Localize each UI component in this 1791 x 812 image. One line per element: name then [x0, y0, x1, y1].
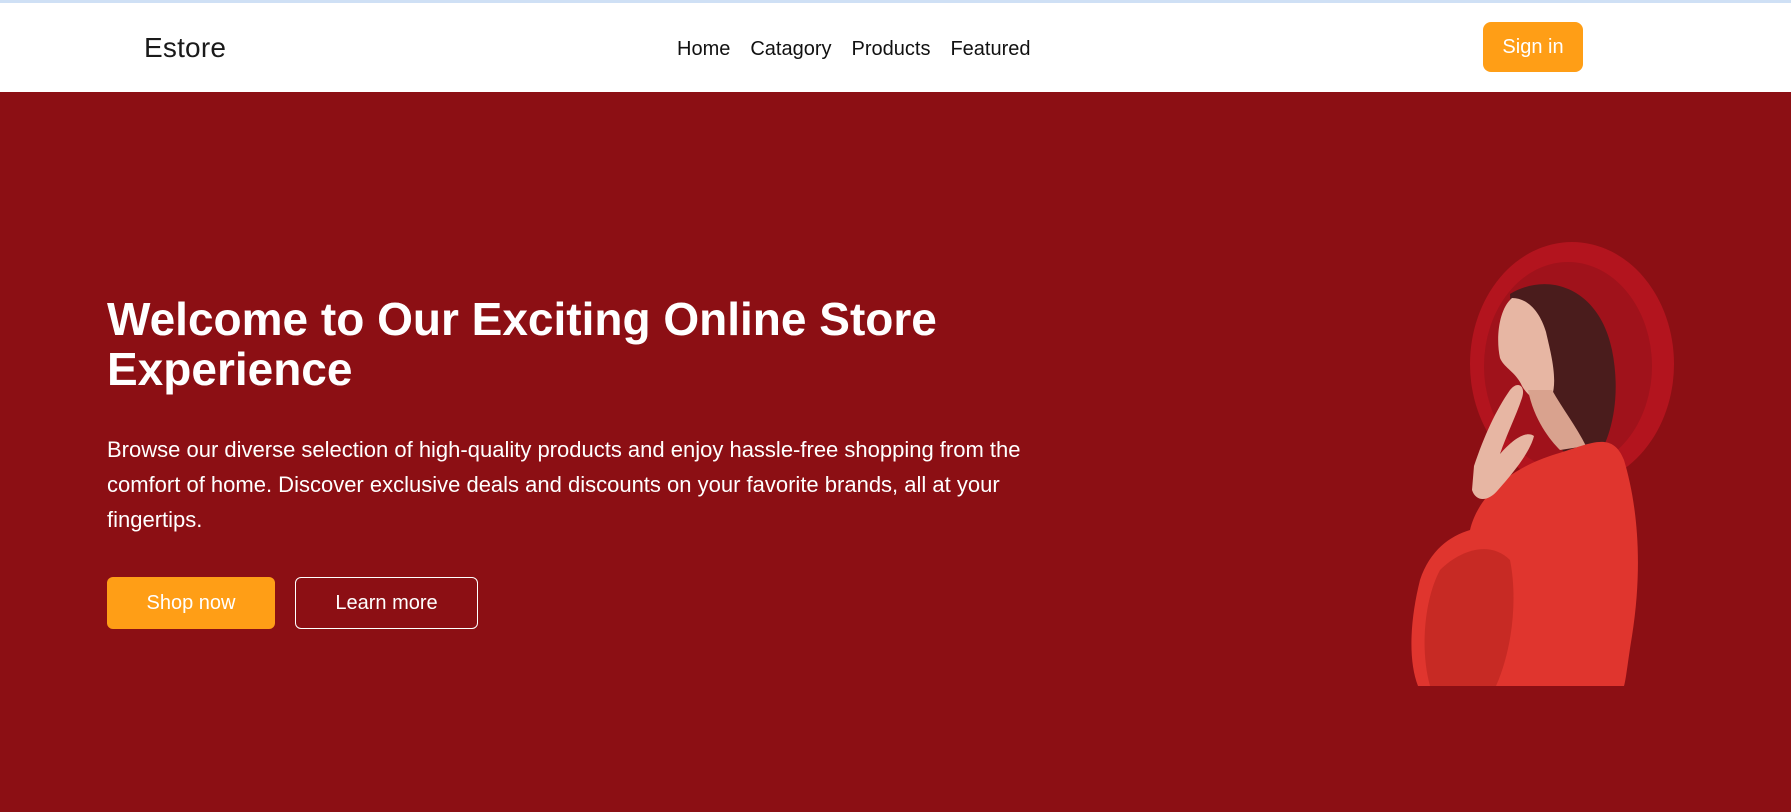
- nav-link-featured[interactable]: Featured: [950, 38, 1030, 61]
- hero-section: Welcome to Our Exciting Online Store Exp…: [0, 92, 1791, 812]
- nav-link-home[interactable]: Home: [677, 38, 730, 61]
- main-nav: Home Catagory Products Featured: [677, 38, 1031, 61]
- nav-link-products[interactable]: Products: [852, 38, 931, 61]
- shop-now-button[interactable]: Shop now: [107, 577, 275, 629]
- hero-title: Welcome to Our Exciting Online Store Exp…: [107, 293, 937, 395]
- sign-in-button[interactable]: Sign in: [1483, 22, 1583, 72]
- hero-description: Browse our diverse selection of high-qua…: [107, 437, 1021, 532]
- learn-more-button[interactable]: Learn more: [295, 577, 478, 629]
- hero-model-image: [1411, 242, 1674, 686]
- nav-link-category[interactable]: Catagory: [750, 38, 831, 61]
- brand-logo[interactable]: Estore: [144, 32, 226, 64]
- navbar: Estore Home Catagory Products Featured S…: [0, 3, 1791, 92]
